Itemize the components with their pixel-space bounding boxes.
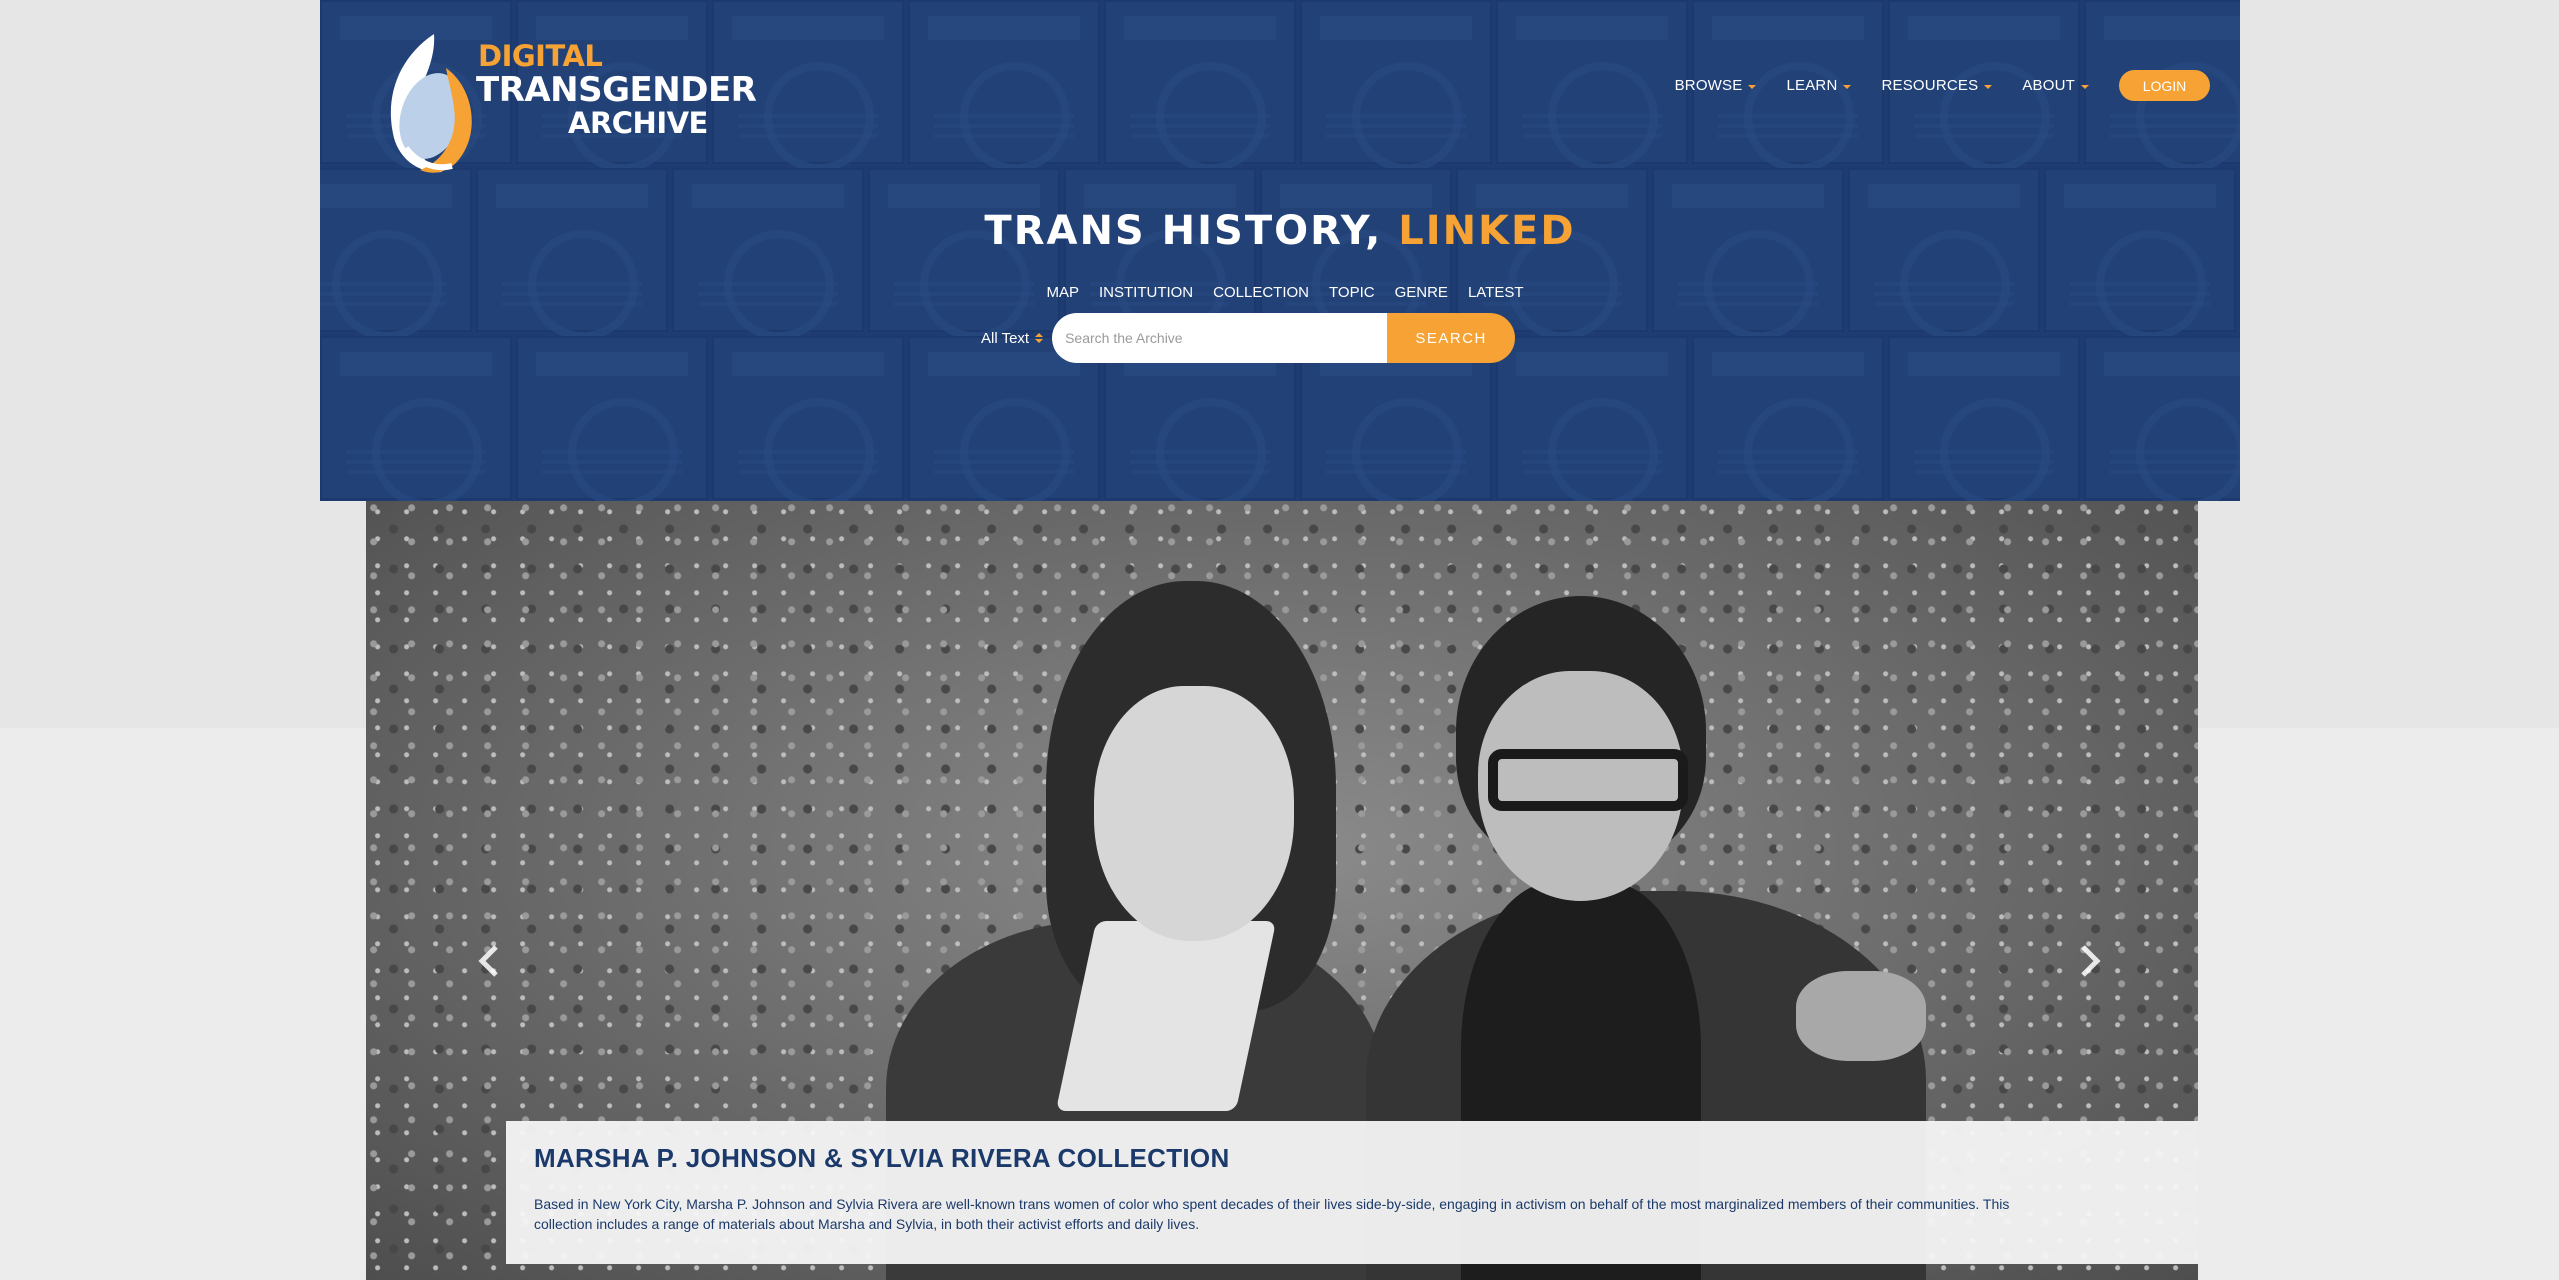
chevron-right-icon — [2081, 945, 2101, 977]
browse-link-institution[interactable]: INSTITUTION — [1099, 284, 1193, 301]
search-bar: All Text SEARCH — [981, 313, 1516, 363]
browse-link-topic[interactable]: TOPIC — [1329, 284, 1375, 301]
caret-down-icon — [1748, 84, 1757, 89]
nav-browse[interactable]: BROWSE — [1675, 77, 1757, 94]
search-type-label: All Text — [981, 329, 1030, 347]
select-updown-icon — [1035, 333, 1044, 343]
browse-link-latest[interactable]: LATEST — [1468, 284, 1524, 301]
caret-down-icon — [1843, 84, 1852, 89]
logo-text-archive: ARCHIVE — [568, 106, 708, 140]
search-input[interactable] — [1052, 313, 1388, 363]
tagline-part-1: TRANS HISTORY, — [984, 208, 1399, 254]
logo-text-transgender: TRANSGENDER — [476, 70, 757, 110]
hero-tagline: TRANS HISTORY, LINKED — [320, 208, 2240, 254]
main-nav: BROWSE LEARN RESOURCES ABOUT LOGIN — [1675, 70, 2210, 101]
browse-link-genre[interactable]: GENRE — [1395, 284, 1448, 301]
nav-browse-label: BROWSE — [1674, 77, 1743, 94]
page: DIGITAL TRANSGENDER ARCHIVE BROWSE LEARN… — [320, 0, 2240, 1280]
browse-link-collection[interactable]: COLLECTION — [1213, 284, 1309, 301]
search-button[interactable]: SEARCH — [1387, 313, 1516, 363]
carousel-prev-button[interactable] — [459, 931, 519, 991]
search-type-select[interactable]: All Text — [981, 329, 1044, 347]
chevron-left-icon — [478, 945, 498, 977]
caret-down-icon — [2081, 84, 2089, 89]
carousel-caption[interactable]: MARSHA P. JOHNSON & SYLVIA RIVERA COLLEC… — [506, 1121, 2198, 1264]
site-logo[interactable]: DIGITAL TRANSGENDER ARCHIVE — [376, 28, 757, 178]
browse-link-map[interactable]: MAP — [1046, 284, 1079, 301]
caret-down-icon — [1984, 84, 1993, 89]
nav-about[interactable]: ABOUT — [2022, 77, 2089, 94]
site-header: DIGITAL TRANSGENDER ARCHIVE BROWSE LEARN… — [320, 0, 2240, 501]
nav-resources[interactable]: RESOURCES — [1881, 77, 1993, 94]
caption-description: Based in New York City, Marsha P. Johnso… — [534, 1196, 2010, 1232]
nav-learn-label: LEARN — [1786, 77, 1838, 94]
tagline-part-2: LINKED — [1398, 208, 1576, 254]
nav-learn[interactable]: LEARN — [1786, 77, 1852, 94]
featured-carousel: MARSHA P. JOHNSON & SYLVIA RIVERA COLLEC… — [366, 501, 2198, 1280]
nav-about-label: ABOUT — [2022, 77, 2075, 94]
browse-by-links: MAP INSTITUTION COLLECTION TOPIC GENRE L… — [320, 284, 2240, 301]
logo-text-digital: DIGITAL — [478, 39, 603, 73]
login-button[interactable]: LOGIN — [2119, 70, 2210, 101]
caption-title: MARSHA P. JOHNSON & SYLVIA RIVERA COLLEC… — [534, 1143, 1230, 1173]
nav-resources-label: RESOURCES — [1881, 77, 1979, 94]
carousel-next-button[interactable] — [2060, 931, 2120, 991]
